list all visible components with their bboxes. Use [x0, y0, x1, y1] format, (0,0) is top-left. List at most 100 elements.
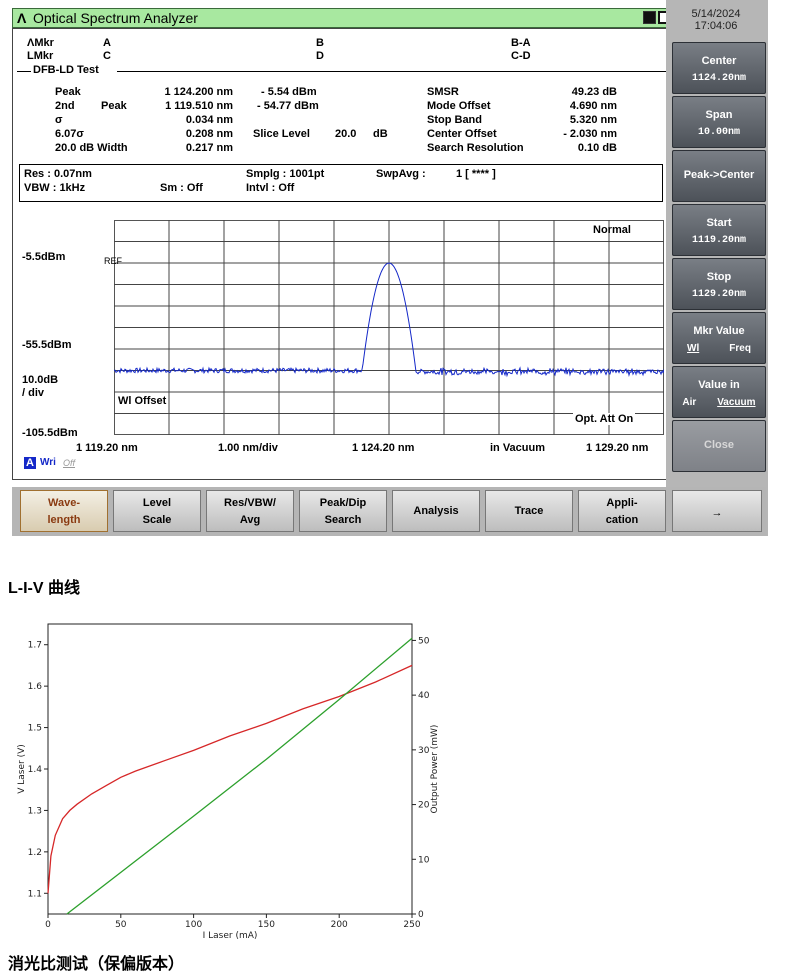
settings-box: Res : 0.07nm VBW : 1kHz Smplg : 1001pt S… — [19, 164, 663, 202]
softkey-span[interactable]: Span 10.00nm — [672, 96, 766, 148]
softkey-stop[interactable]: Stop 1129.20nm — [672, 258, 766, 310]
softkey-peak-to-center[interactable]: Peak->Center — [672, 150, 766, 202]
fkey-res-vbw-avg-line2: Avg — [239, 514, 261, 526]
slice-level-unit: dB — [373, 128, 388, 140]
search-resolution-value: 0.10 dB — [577, 142, 617, 154]
ref-label: REF — [104, 256, 122, 266]
spectrum-chart — [114, 220, 664, 435]
smsr-label: SMSR — [427, 86, 459, 98]
fkey-wavelength-line2: length — [47, 514, 81, 526]
title-bar: Λ Optical Spectrum Analyzer — [12, 8, 676, 28]
softkey-stop-label: Stop — [706, 271, 732, 283]
peak-label: Peak — [55, 86, 81, 98]
mode-offset-label: Mode Offset — [427, 100, 491, 112]
x-tick-label: 200 — [331, 920, 348, 930]
second-peak-label2: Peak — [101, 100, 127, 112]
spectrum-trace-area[interactable] — [114, 220, 664, 435]
power-series-line — [66, 637, 413, 915]
softkey-value-in[interactable]: Value in Air Vacuum — [672, 366, 766, 418]
x-division-label: 1.00 nm/div — [218, 442, 278, 454]
stop-band-label: Stop Band — [427, 114, 482, 126]
x-stop-label: 1 129.20 nm — [586, 442, 649, 454]
fkey-application[interactable]: Appli- cation — [578, 490, 666, 532]
center-offset-label: Center Offset — [427, 128, 497, 140]
center-offset-value: - 2.030 nm — [563, 128, 617, 140]
fkey-analysis-label: Analysis — [413, 505, 459, 517]
peak-wavelength: 1 124.200 nm — [164, 86, 234, 98]
date-time: 5/14/2024 17:04:06 — [676, 8, 756, 32]
y2-tick-label: 20 — [418, 801, 430, 811]
y-tick-label: 1.6 — [28, 682, 43, 692]
sweep-average-label: SwpAvg : — [376, 168, 426, 180]
smoothing-setting: Sm : Off — [160, 182, 203, 194]
softkey-marker-value[interactable]: Mkr Value Wl Freq — [672, 312, 766, 364]
level-marker-label: LMkr — [27, 50, 54, 62]
resolution-setting: Res : 0.07nm — [24, 168, 92, 180]
x-tick-label: 50 — [115, 920, 127, 930]
value-in-vacuum-option[interactable]: Vacuum — [717, 397, 755, 408]
fkey-trace[interactable]: Trace — [485, 490, 573, 532]
y2-tick-label: 40 — [418, 691, 430, 701]
slice-level-label: Slice Level — [253, 128, 310, 140]
stop-band-value: 5.320 nm — [569, 114, 617, 126]
value-in-air-option[interactable]: Air — [682, 397, 696, 408]
x-center-label: 1 124.20 nm — [352, 442, 415, 454]
fkey-next-page[interactable]: → — [672, 490, 762, 532]
width-value: 0.217 nm — [185, 142, 233, 154]
softkey-peak-to-center-label: Peak->Center — [683, 169, 755, 181]
fkey-peak-dip-search[interactable]: Peak/Dip Search — [299, 490, 387, 532]
sampling-setting: Smplg : 1001pt — [246, 168, 325, 180]
marker-a: A — [103, 37, 111, 49]
width-label: 20.0 dB Width — [55, 142, 128, 154]
softkey-stop-value: 1129.20nm — [691, 289, 746, 300]
opt-att-label: Opt. Att On — [573, 413, 636, 425]
softkey-span-value: 10.00nm — [697, 127, 740, 138]
minimize-icon[interactable] — [643, 11, 656, 24]
osa-window: Λ Optical Spectrum Analyzer ΛMkr A B B-A… — [12, 0, 766, 536]
marker-c-d: C-D — [511, 50, 531, 62]
second-peak-level: - 54.77 dBm — [257, 100, 319, 112]
fkey-analysis[interactable]: Analysis — [392, 490, 480, 532]
second-peak-label: 2nd — [55, 100, 75, 112]
y-tick-label: 1.1 — [28, 889, 42, 899]
y2-tick-label: 0 — [418, 910, 424, 920]
fkey-wavelength[interactable]: Wave- length — [20, 490, 108, 532]
fkey-application-line2: cation — [605, 514, 639, 526]
softkey-center[interactable]: Center 1124.20nm — [672, 42, 766, 94]
vbw-setting: VBW : 1kHz — [24, 182, 86, 194]
interval-setting: Intvl : Off — [246, 182, 295, 194]
y-tick-label: 1.7 — [28, 641, 42, 651]
trace-mode-label: Normal — [593, 224, 631, 236]
softkey-start[interactable]: Start 1119.20nm — [672, 204, 766, 256]
x-start-label: 1 119.20 nm — [76, 442, 138, 454]
y-tick-label: 1.4 — [28, 765, 43, 775]
sigma-label: σ — [55, 114, 63, 126]
x-tick-label: 100 — [185, 920, 202, 930]
fkey-level-scale-line2: Scale — [142, 514, 172, 526]
fkey-res-vbw-avg[interactable]: Res/VBW/ Avg — [206, 490, 294, 532]
peak-level: - 5.54 dBm — [261, 86, 317, 98]
marker-d: D — [316, 50, 324, 62]
y-scale-unit: / div — [22, 387, 45, 399]
x-tick-label: 150 — [258, 920, 275, 930]
x-tick-label: 250 — [403, 920, 420, 930]
x-tick-label: 0 — [45, 920, 51, 930]
fkey-trace-label: Trace — [514, 505, 544, 517]
y2-tick-label: 30 — [418, 746, 430, 756]
softkey-close[interactable]: Close — [672, 420, 766, 472]
y-tick-label: 1.3 — [28, 806, 42, 816]
date-label: 5/14/2024 — [691, 8, 741, 20]
y-axis-mid-label: -55.5dBm — [22, 339, 72, 351]
sigma-value: 0.034 nm — [185, 114, 233, 126]
search-resolution-label: Search Resolution — [427, 142, 524, 154]
trace-a-badge[interactable]: A — [24, 457, 36, 469]
softkey-marker-value-label: Mkr Value — [693, 325, 745, 337]
marker-value-wl-option[interactable]: Wl — [687, 343, 699, 354]
fkey-res-vbw-avg-line1: Res/VBW/ — [224, 497, 276, 509]
mode-offset-value: 4.690 nm — [569, 100, 617, 112]
marker-value-freq-option[interactable]: Freq — [729, 343, 751, 354]
fkey-level-scale[interactable]: Level Scale — [113, 490, 201, 532]
y-tick-label: 1.2 — [28, 848, 42, 858]
fkey-peak-dip-search-line2: Search — [324, 514, 362, 526]
section-title: DFB-LD Test — [33, 64, 99, 76]
